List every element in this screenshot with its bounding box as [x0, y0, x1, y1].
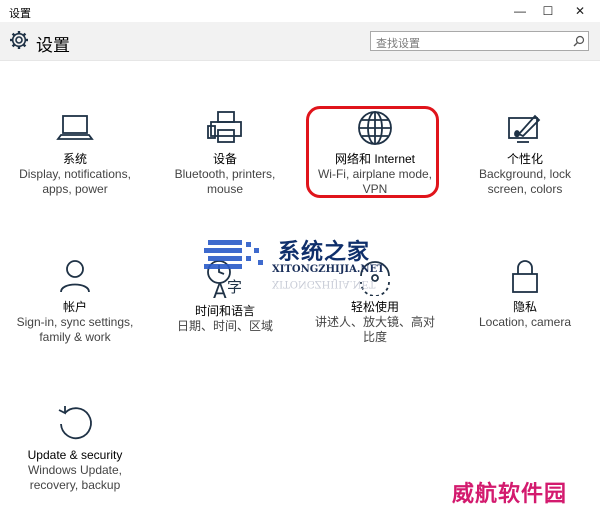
- search-input[interactable]: 查找设置: [370, 31, 589, 51]
- paintbrush-icon: [508, 114, 541, 143]
- person-icon: [60, 260, 90, 293]
- tile-desc: apps, power: [42, 182, 108, 196]
- tile-desc: Display, notifications,: [19, 167, 131, 181]
- tile-privacy[interactable]: 隐私 Location, camera: [460, 256, 590, 330]
- tile-desc: 比度: [362, 330, 387, 344]
- tile-label: 隐私: [512, 300, 537, 314]
- highlight-box: [306, 106, 439, 198]
- tile-label: 设备: [212, 152, 237, 166]
- tile-desc: Windows Update,: [27, 463, 123, 477]
- watermark-url: XITONGZHIJIA.NET: [272, 264, 385, 275]
- tile-accounts[interactable]: 帐户 Sign-in, sync settings, family & work: [10, 256, 140, 345]
- watermark-brand: 威航软件园: [452, 482, 568, 507]
- svg-text:A: A: [213, 279, 227, 300]
- search-placeholder: 查找设置: [376, 38, 420, 50]
- tile-desc: Sign-in, sync settings,: [16, 315, 134, 329]
- gear-icon: [10, 31, 28, 49]
- tile-desc: Background, lock: [478, 167, 572, 181]
- tile-system[interactable]: 系统 Display, notifications, apps, power: [10, 108, 140, 197]
- tile-desc: screen, colors: [487, 182, 563, 196]
- settings-header: 设置 查找设置: [0, 22, 600, 61]
- tile-desc: 日期、时间、区域: [176, 319, 273, 333]
- tile-desc: 讲述人、放大镜、高对: [314, 315, 435, 329]
- tile-label: 个性化: [506, 152, 543, 166]
- close-button[interactable]: ✕: [564, 0, 596, 22]
- search-icon[interactable]: [573, 35, 585, 47]
- tile-devices[interactable]: 设备 Bluetooth, printers, mouse: [160, 108, 290, 197]
- tile-desc: Bluetooth, printers,: [174, 167, 276, 181]
- watermark-title: 系统之家: [278, 240, 371, 265]
- lock-icon: [512, 260, 538, 293]
- tile-desc: mouse: [206, 182, 244, 196]
- tile-desc: family & work: [39, 330, 111, 344]
- tile-personalization[interactable]: 个性化 Background, lock screen, colors: [460, 108, 590, 197]
- tile-label: 系统: [62, 152, 87, 166]
- tile-label: 轻松使用: [350, 300, 399, 314]
- maximize-button[interactable]: ☐: [532, 0, 564, 22]
- tile-label: 帐户: [62, 300, 87, 314]
- svg-text:字: 字: [227, 278, 242, 296]
- watermark-logo-icon: [204, 240, 263, 269]
- tile-label: Update & security: [27, 448, 123, 462]
- update-icon: [58, 406, 92, 440]
- tile-update-security[interactable]: Update & security Windows Update, recove…: [10, 404, 140, 493]
- title-bar: 设置 — ☐ ✕: [0, 0, 600, 22]
- tile-desc: recovery, backup: [29, 478, 121, 492]
- tile-desc: Location, camera: [478, 315, 572, 329]
- laptop-icon: [56, 115, 94, 140]
- page-title: 设置: [36, 36, 70, 55]
- watermark-url-reflection: XITONGZHIJIA.NET: [272, 278, 376, 289]
- tile-label: 时间和语言: [194, 304, 255, 318]
- window-title: 设置: [9, 8, 31, 20]
- printer-icon: [207, 111, 242, 143]
